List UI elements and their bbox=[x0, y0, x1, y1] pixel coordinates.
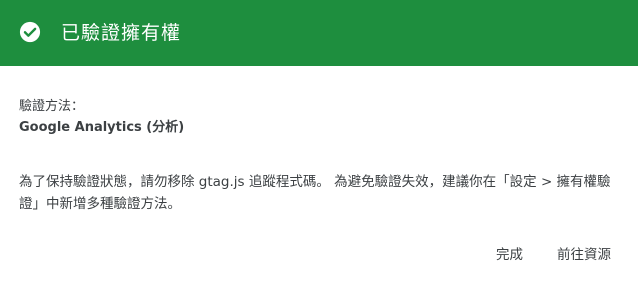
dialog-title: 已驗證擁有權 bbox=[61, 22, 182, 44]
check-circle-icon bbox=[19, 21, 41, 43]
dialog-header: 已驗證擁有權 bbox=[0, 0, 638, 66]
verification-message: 為了保持驗證狀態，請勿移除 gtag.js 追蹤程式碼。 為避免驗證失效，建議你… bbox=[19, 174, 611, 212]
verification-dialog: 已驗證擁有權 驗證方法： Google Analytics (分析) 為了保持驗… bbox=[0, 0, 638, 282]
go-to-property-button[interactable]: 前往資源 bbox=[547, 237, 621, 269]
verification-method-label: 驗證方法： bbox=[19, 99, 85, 114]
verification-method-value: Google Analytics (分析) bbox=[19, 120, 185, 135]
done-button[interactable]: 完成 bbox=[486, 237, 533, 269]
dialog-actions: 完成 前往資源 bbox=[486, 236, 638, 270]
